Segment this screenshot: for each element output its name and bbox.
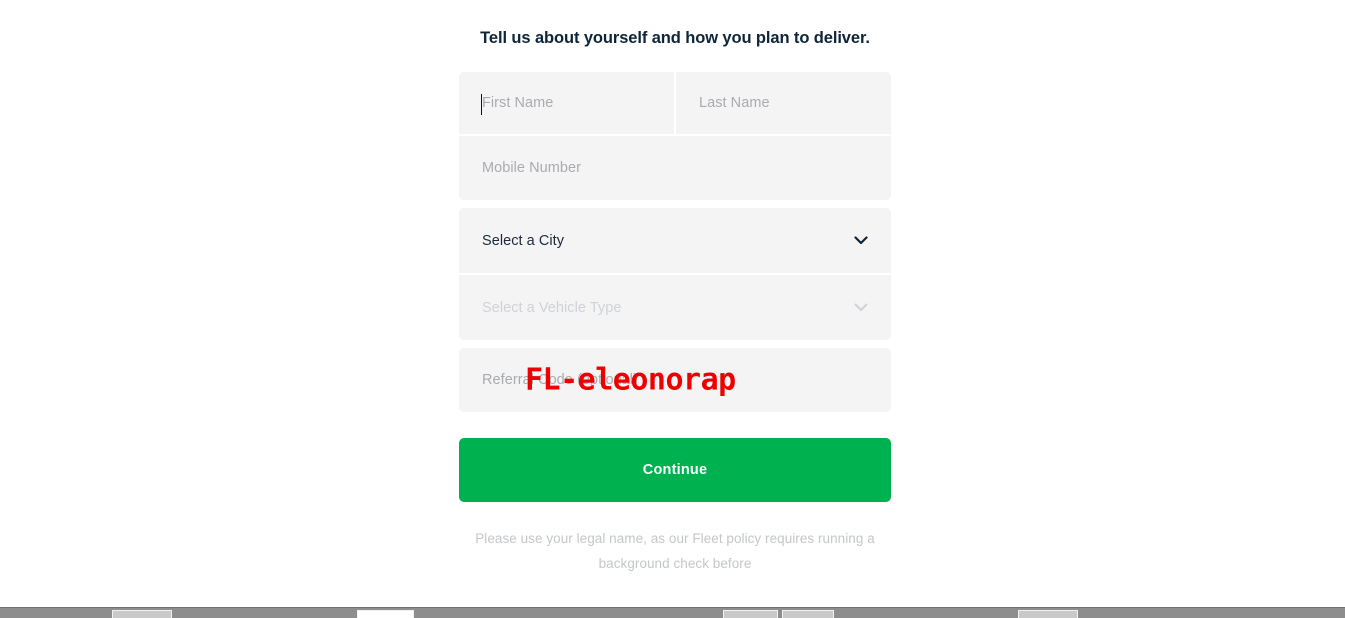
taskbar-window-button[interactable] <box>782 610 834 618</box>
last-name-placeholder: Last Name <box>699 95 770 111</box>
signup-form: First Name Last Name Mobile Number Selec… <box>459 72 891 576</box>
last-name-field[interactable]: Last Name <box>676 72 891 136</box>
signup-card: Tell us about yourself and how you plan … <box>459 0 891 576</box>
first-name-field[interactable]: First Name <box>459 72 674 136</box>
chevron-down-icon <box>854 303 868 312</box>
chevron-down-icon <box>854 236 868 245</box>
mobile-number-placeholder: Mobile Number <box>482 160 581 176</box>
os-taskbar[interactable] <box>0 607 1345 618</box>
taskbar-window-button[interactable] <box>723 610 778 618</box>
name-row: First Name Last Name <box>459 72 891 136</box>
first-name-placeholder: First Name <box>482 95 554 111</box>
vehicle-type-select[interactable]: Select a Vehicle Type <box>459 275 891 340</box>
text-caret <box>481 94 482 115</box>
legal-note: Please use your legal name, as our Fleet… <box>475 531 875 571</box>
vehicle-type-select-label: Select a Vehicle Type <box>482 299 622 316</box>
page-title: Tell us about yourself and how you plan … <box>480 29 870 47</box>
taskbar-window-button[interactable] <box>112 610 172 618</box>
city-select[interactable]: Select a City <box>459 208 891 273</box>
taskbar-window-button[interactable] <box>1018 610 1078 618</box>
selects-group: Select a City Select a Vehicle Type <box>459 208 891 340</box>
referral-code-placeholder: Referral Code (optional) <box>482 372 638 388</box>
name-contact-group: First Name Last Name Mobile Number <box>459 72 891 200</box>
city-select-label: Select a City <box>482 232 565 249</box>
referral-code-field[interactable]: Referral Code (optional) FL-eleonorap <box>459 348 891 412</box>
app-root: Tell us about yourself and how you plan … <box>0 0 1345 618</box>
mobile-number-field[interactable]: Mobile Number <box>459 136 891 200</box>
continue-button[interactable]: Continue <box>459 438 891 502</box>
taskbar-window-button[interactable] <box>357 610 414 618</box>
